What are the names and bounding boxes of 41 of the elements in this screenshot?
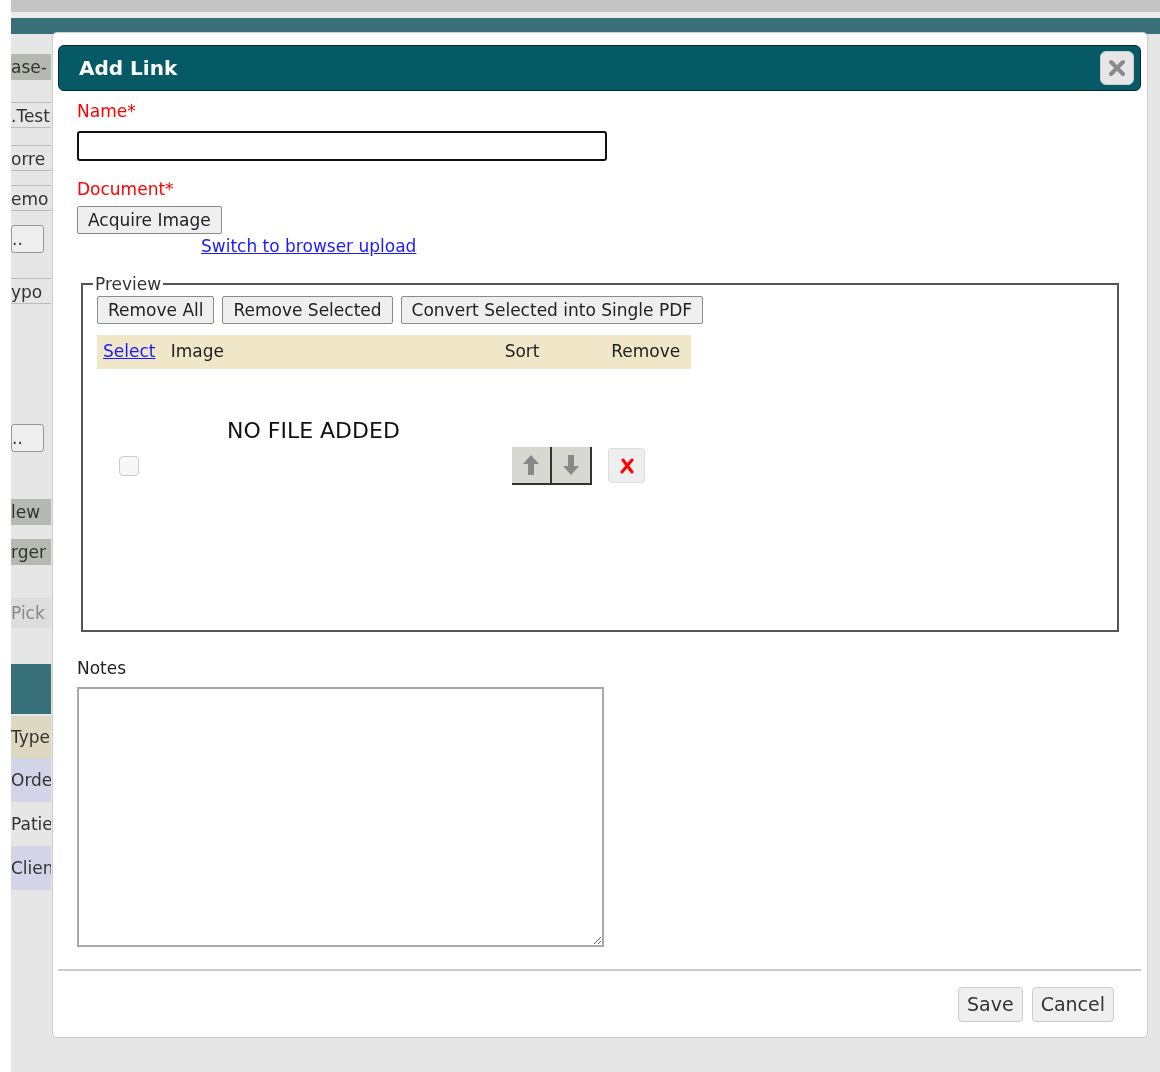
page-button[interactable]: lew [11,499,51,525]
close-button[interactable] [1100,51,1134,85]
notes-field[interactable] [77,687,604,947]
field-label: Notes [77,656,128,680]
browser-upload-link[interactable]: Switch to browser upload [201,236,417,256]
page-row-text: emo [11,185,51,211]
remove-button[interactable] [608,448,645,483]
column-heading: Image [170,340,224,361]
dialog-title: Add Link [79,55,178,82]
acquire-image-button[interactable]: Acquire Image [77,206,222,234]
toolbar-button[interactable]: Remove All [97,295,215,324]
move-down-button[interactable] [552,446,592,485]
page-row-text: ypo [11,278,51,304]
field-label: Name* [77,100,137,123]
close-icon [1108,59,1126,77]
dialog-button[interactable]: Save [958,987,1023,1022]
page-row-text: orre [11,145,51,171]
no-file-text: NO FILE ADDED [227,418,400,443]
page-row-text: .Test [11,102,51,128]
close-icon [618,457,635,474]
page-header-bar [11,664,51,714]
page-button[interactable]: rger [11,539,51,565]
up-arrow-icon [522,453,540,476]
page-button[interactable]: .. [11,225,44,253]
select-link[interactable]: Select [103,340,156,361]
page-button[interactable]: .. [11,424,44,452]
field-label: Document* [77,177,175,201]
column-heading: Sort [504,340,540,361]
table-cell: Orde [11,758,51,802]
toolbar-button[interactable]: Remove Selected [222,295,393,324]
name-field[interactable] [77,130,607,161]
column-heading: Type [11,716,51,758]
row-checkbox[interactable] [119,455,139,476]
table-cell-text: Patie [11,813,51,836]
column-heading: Remove [611,340,681,361]
preview-legend: Preview [93,273,164,294]
down-arrow-icon [562,453,580,476]
move-up-button[interactable] [512,446,552,485]
dialog-button[interactable]: Cancel [1031,987,1114,1022]
toolbar-button[interactable]: Convert Selected into Single PDF [400,295,704,324]
page-button[interactable]: ase- [11,54,51,80]
